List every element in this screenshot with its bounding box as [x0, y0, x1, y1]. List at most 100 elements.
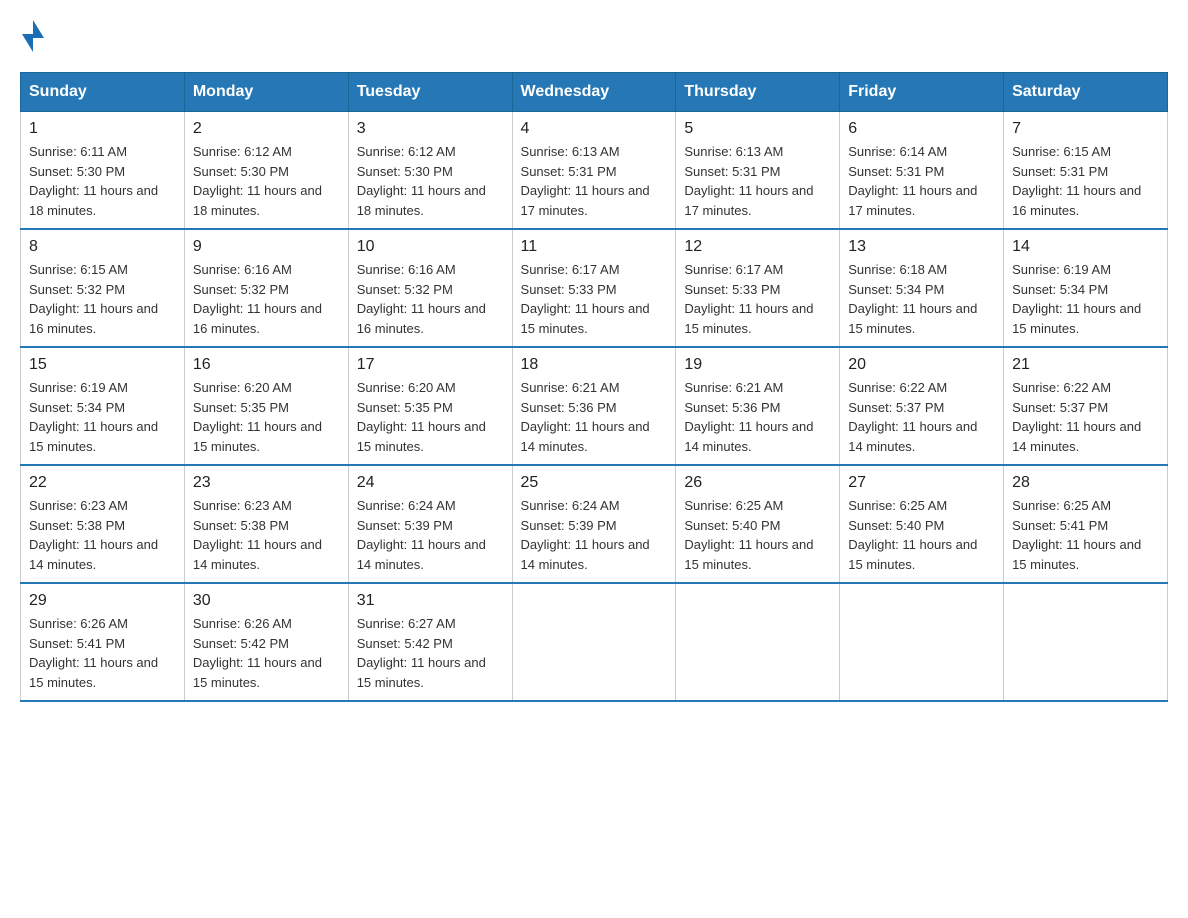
calendar-day-cell: 8 Sunrise: 6:15 AM Sunset: 5:32 PM Dayli… — [21, 229, 185, 347]
calendar-day-cell: 10 Sunrise: 6:16 AM Sunset: 5:32 PM Dayl… — [348, 229, 512, 347]
day-info: Sunrise: 6:22 AM Sunset: 5:37 PM Dayligh… — [848, 378, 995, 456]
calendar-day-cell: 16 Sunrise: 6:20 AM Sunset: 5:35 PM Dayl… — [184, 347, 348, 465]
day-info: Sunrise: 6:16 AM Sunset: 5:32 PM Dayligh… — [357, 260, 504, 338]
day-number: 26 — [684, 474, 831, 492]
day-number: 14 — [1012, 238, 1159, 256]
calendar-day-cell: 11 Sunrise: 6:17 AM Sunset: 5:33 PM Dayl… — [512, 229, 676, 347]
day-info: Sunrise: 6:20 AM Sunset: 5:35 PM Dayligh… — [357, 378, 504, 456]
calendar-day-cell: 1 Sunrise: 6:11 AM Sunset: 5:30 PM Dayli… — [21, 112, 185, 230]
day-number: 18 — [521, 356, 668, 374]
calendar-day-cell: 21 Sunrise: 6:22 AM Sunset: 5:37 PM Dayl… — [1004, 347, 1168, 465]
day-number: 16 — [193, 356, 340, 374]
day-number: 15 — [29, 356, 176, 374]
calendar-day-cell: 29 Sunrise: 6:26 AM Sunset: 5:41 PM Dayl… — [21, 583, 185, 701]
calendar-day-cell: 31 Sunrise: 6:27 AM Sunset: 5:42 PM Dayl… — [348, 583, 512, 701]
calendar-day-cell: 12 Sunrise: 6:17 AM Sunset: 5:33 PM Dayl… — [676, 229, 840, 347]
day-of-week-header: Thursday — [676, 73, 840, 112]
day-info: Sunrise: 6:25 AM Sunset: 5:40 PM Dayligh… — [848, 496, 995, 574]
day-info: Sunrise: 6:15 AM Sunset: 5:32 PM Dayligh… — [29, 260, 176, 338]
calendar-day-cell: 3 Sunrise: 6:12 AM Sunset: 5:30 PM Dayli… — [348, 112, 512, 230]
day-info: Sunrise: 6:13 AM Sunset: 5:31 PM Dayligh… — [684, 142, 831, 220]
calendar-day-cell: 14 Sunrise: 6:19 AM Sunset: 5:34 PM Dayl… — [1004, 229, 1168, 347]
day-number: 20 — [848, 356, 995, 374]
calendar-day-cell — [676, 583, 840, 701]
calendar-day-cell: 27 Sunrise: 6:25 AM Sunset: 5:40 PM Dayl… — [840, 465, 1004, 583]
calendar-day-cell: 28 Sunrise: 6:25 AM Sunset: 5:41 PM Dayl… — [1004, 465, 1168, 583]
day-info: Sunrise: 6:27 AM Sunset: 5:42 PM Dayligh… — [357, 614, 504, 692]
calendar-day-cell: 9 Sunrise: 6:16 AM Sunset: 5:32 PM Dayli… — [184, 229, 348, 347]
day-number: 13 — [848, 238, 995, 256]
day-info: Sunrise: 6:11 AM Sunset: 5:30 PM Dayligh… — [29, 142, 176, 220]
calendar-week-row: 8 Sunrise: 6:15 AM Sunset: 5:32 PM Dayli… — [21, 229, 1168, 347]
day-number: 5 — [684, 120, 831, 138]
calendar-day-cell: 17 Sunrise: 6:20 AM Sunset: 5:35 PM Dayl… — [348, 347, 512, 465]
calendar-day-cell: 19 Sunrise: 6:21 AM Sunset: 5:36 PM Dayl… — [676, 347, 840, 465]
calendar-day-cell: 2 Sunrise: 6:12 AM Sunset: 5:30 PM Dayli… — [184, 112, 348, 230]
day-info: Sunrise: 6:17 AM Sunset: 5:33 PM Dayligh… — [684, 260, 831, 338]
day-info: Sunrise: 6:17 AM Sunset: 5:33 PM Dayligh… — [521, 260, 668, 338]
day-info: Sunrise: 6:19 AM Sunset: 5:34 PM Dayligh… — [1012, 260, 1159, 338]
calendar-day-cell: 22 Sunrise: 6:23 AM Sunset: 5:38 PM Dayl… — [21, 465, 185, 583]
calendar-header-row: SundayMondayTuesdayWednesdayThursdayFrid… — [21, 73, 1168, 112]
day-number: 31 — [357, 592, 504, 610]
day-number: 23 — [193, 474, 340, 492]
calendar-day-cell: 7 Sunrise: 6:15 AM Sunset: 5:31 PM Dayli… — [1004, 112, 1168, 230]
day-info: Sunrise: 6:22 AM Sunset: 5:37 PM Dayligh… — [1012, 378, 1159, 456]
logo — [20, 20, 44, 52]
day-number: 7 — [1012, 120, 1159, 138]
day-info: Sunrise: 6:14 AM Sunset: 5:31 PM Dayligh… — [848, 142, 995, 220]
day-info: Sunrise: 6:23 AM Sunset: 5:38 PM Dayligh… — [29, 496, 176, 574]
calendar-day-cell: 18 Sunrise: 6:21 AM Sunset: 5:36 PM Dayl… — [512, 347, 676, 465]
day-info: Sunrise: 6:24 AM Sunset: 5:39 PM Dayligh… — [357, 496, 504, 574]
calendar-day-cell: 30 Sunrise: 6:26 AM Sunset: 5:42 PM Dayl… — [184, 583, 348, 701]
page-header — [20, 20, 1168, 52]
day-info: Sunrise: 6:26 AM Sunset: 5:42 PM Dayligh… — [193, 614, 340, 692]
day-number: 6 — [848, 120, 995, 138]
day-info: Sunrise: 6:12 AM Sunset: 5:30 PM Dayligh… — [357, 142, 504, 220]
calendar-week-row: 29 Sunrise: 6:26 AM Sunset: 5:41 PM Dayl… — [21, 583, 1168, 701]
day-info: Sunrise: 6:12 AM Sunset: 5:30 PM Dayligh… — [193, 142, 340, 220]
day-of-week-header: Sunday — [21, 73, 185, 112]
day-number: 10 — [357, 238, 504, 256]
calendar-day-cell — [1004, 583, 1168, 701]
day-number: 28 — [1012, 474, 1159, 492]
day-of-week-header: Friday — [840, 73, 1004, 112]
day-number: 3 — [357, 120, 504, 138]
day-of-week-header: Wednesday — [512, 73, 676, 112]
day-info: Sunrise: 6:19 AM Sunset: 5:34 PM Dayligh… — [29, 378, 176, 456]
calendar-week-row: 1 Sunrise: 6:11 AM Sunset: 5:30 PM Dayli… — [21, 112, 1168, 230]
calendar-table: SundayMondayTuesdayWednesdayThursdayFrid… — [20, 72, 1168, 702]
day-number: 27 — [848, 474, 995, 492]
day-number: 24 — [357, 474, 504, 492]
day-info: Sunrise: 6:21 AM Sunset: 5:36 PM Dayligh… — [521, 378, 668, 456]
day-info: Sunrise: 6:26 AM Sunset: 5:41 PM Dayligh… — [29, 614, 176, 692]
day-number: 30 — [193, 592, 340, 610]
day-info: Sunrise: 6:13 AM Sunset: 5:31 PM Dayligh… — [521, 142, 668, 220]
day-of-week-header: Monday — [184, 73, 348, 112]
day-number: 17 — [357, 356, 504, 374]
calendar-day-cell: 15 Sunrise: 6:19 AM Sunset: 5:34 PM Dayl… — [21, 347, 185, 465]
calendar-week-row: 15 Sunrise: 6:19 AM Sunset: 5:34 PM Dayl… — [21, 347, 1168, 465]
day-info: Sunrise: 6:15 AM Sunset: 5:31 PM Dayligh… — [1012, 142, 1159, 220]
day-info: Sunrise: 6:23 AM Sunset: 5:38 PM Dayligh… — [193, 496, 340, 574]
day-info: Sunrise: 6:18 AM Sunset: 5:34 PM Dayligh… — [848, 260, 995, 338]
calendar-day-cell — [840, 583, 1004, 701]
day-info: Sunrise: 6:24 AM Sunset: 5:39 PM Dayligh… — [521, 496, 668, 574]
day-number: 11 — [521, 238, 668, 256]
day-number: 22 — [29, 474, 176, 492]
logo-icon — [22, 20, 44, 52]
day-number: 4 — [521, 120, 668, 138]
day-number: 1 — [29, 120, 176, 138]
day-number: 12 — [684, 238, 831, 256]
day-number: 21 — [1012, 356, 1159, 374]
calendar-day-cell: 25 Sunrise: 6:24 AM Sunset: 5:39 PM Dayl… — [512, 465, 676, 583]
day-number: 9 — [193, 238, 340, 256]
calendar-day-cell: 23 Sunrise: 6:23 AM Sunset: 5:38 PM Dayl… — [184, 465, 348, 583]
calendar-day-cell: 24 Sunrise: 6:24 AM Sunset: 5:39 PM Dayl… — [348, 465, 512, 583]
calendar-day-cell: 5 Sunrise: 6:13 AM Sunset: 5:31 PM Dayli… — [676, 112, 840, 230]
day-info: Sunrise: 6:21 AM Sunset: 5:36 PM Dayligh… — [684, 378, 831, 456]
day-info: Sunrise: 6:25 AM Sunset: 5:41 PM Dayligh… — [1012, 496, 1159, 574]
calendar-day-cell: 13 Sunrise: 6:18 AM Sunset: 5:34 PM Dayl… — [840, 229, 1004, 347]
day-number: 8 — [29, 238, 176, 256]
day-info: Sunrise: 6:16 AM Sunset: 5:32 PM Dayligh… — [193, 260, 340, 338]
